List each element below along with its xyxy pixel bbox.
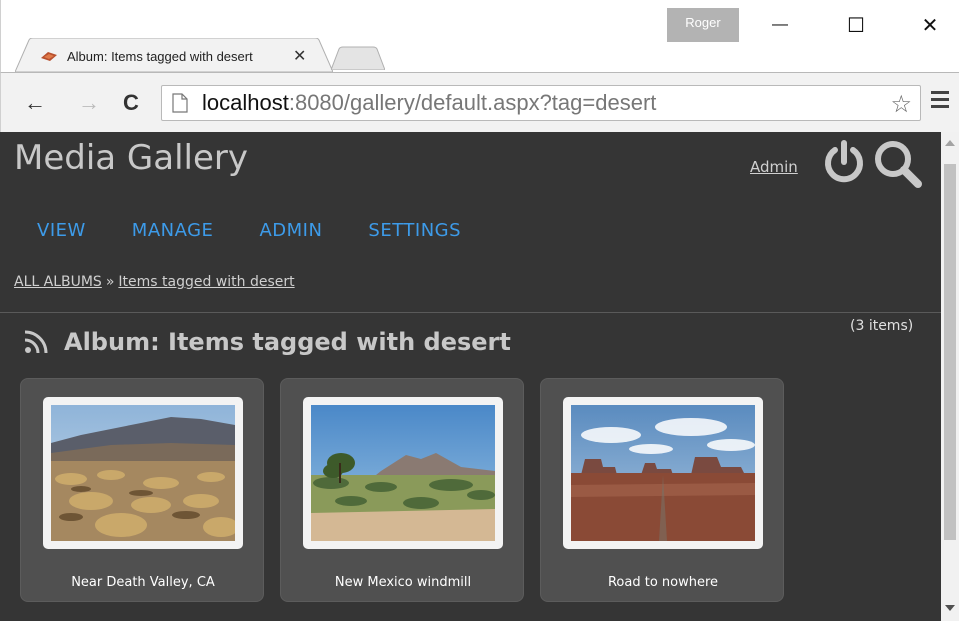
reload-button[interactable]: C bbox=[117, 89, 145, 117]
tab-close-icon[interactable]: ✕ bbox=[293, 46, 306, 66]
thumbnail-caption: Near Death Valley, CA bbox=[71, 575, 215, 590]
scroll-thumb[interactable] bbox=[944, 164, 956, 540]
favicon-icon bbox=[41, 52, 57, 61]
new-tab-button[interactable] bbox=[331, 46, 385, 70]
breadcrumb: ALL ALBUMS» Items tagged with desert bbox=[14, 274, 295, 290]
maximize-icon: ☐ bbox=[847, 14, 865, 37]
back-arrow-icon: ← bbox=[24, 90, 46, 115]
menu-item-settings[interactable]: SETTINGS bbox=[368, 220, 461, 241]
minimize-icon: — bbox=[772, 16, 788, 33]
thumbnail-image[interactable] bbox=[51, 405, 235, 541]
url-host: localhost bbox=[202, 90, 289, 115]
close-window-button[interactable]: ✕ bbox=[907, 10, 953, 40]
menu-icon[interactable] bbox=[931, 91, 949, 111]
address-bar[interactable]: localhost:8080/gallery/default.aspx?tag=… bbox=[161, 85, 921, 121]
back-button[interactable]: ← bbox=[21, 89, 49, 117]
thumbnail-frame bbox=[303, 397, 503, 549]
page-icon bbox=[172, 93, 188, 113]
thumbnail-card[interactable]: Road to nowhere bbox=[540, 378, 784, 602]
thumbnail-caption: New Mexico windmill bbox=[334, 575, 472, 590]
tab-content[interactable]: Album: Items tagged with desert ✕ bbox=[39, 45, 306, 67]
close-icon: ✕ bbox=[921, 14, 939, 37]
reload-icon: C bbox=[123, 90, 139, 115]
breadcrumb-all-albums[interactable]: ALL ALBUMS bbox=[14, 274, 102, 290]
breadcrumb-current[interactable]: Items tagged with desert bbox=[118, 274, 294, 290]
album-header: Album: Items tagged with desert bbox=[24, 328, 511, 356]
forward-button[interactable]: → bbox=[75, 89, 103, 117]
power-icon[interactable] bbox=[820, 138, 868, 186]
item-count: (3 items) bbox=[850, 318, 914, 334]
scroll-up-icon[interactable] bbox=[945, 140, 955, 146]
search-icon[interactable] bbox=[872, 138, 924, 190]
maximize-button[interactable]: ☐ bbox=[833, 10, 879, 40]
url-path: :8080/gallery/default.aspx?tag=desert bbox=[288, 90, 657, 115]
thumbnail-card[interactable]: Near Death Valley, CA bbox=[20, 378, 264, 602]
page-content: Media Gallery Admin VIEW MANAGE ADMIN SE… bbox=[0, 132, 941, 621]
thumbnail-card[interactable]: New Mexico windmill bbox=[280, 378, 524, 602]
main-menu: VIEW MANAGE ADMIN SETTINGS bbox=[0, 220, 461, 241]
admin-link[interactable]: Admin bbox=[750, 158, 798, 176]
thumbnail-frame bbox=[563, 397, 763, 549]
rss-icon[interactable] bbox=[24, 330, 48, 354]
menu-item-view[interactable]: VIEW bbox=[37, 220, 86, 241]
browser-titlebar: Album: Items tagged with desert ✕ Roger … bbox=[0, 0, 959, 82]
profile-badge[interactable]: Roger bbox=[667, 8, 739, 42]
menu-item-admin[interactable]: ADMIN bbox=[259, 220, 322, 241]
browser-toolbar: ← → C localhost:8080/gallery/default.asp… bbox=[0, 72, 959, 132]
scroll-down-icon[interactable] bbox=[945, 605, 955, 611]
header-divider bbox=[0, 312, 941, 313]
vertical-scrollbar[interactable] bbox=[941, 132, 959, 621]
thumbnail-frame bbox=[43, 397, 243, 549]
star-icon[interactable]: ☆ bbox=[890, 90, 912, 119]
url-text[interactable]: localhost:8080/gallery/default.aspx?tag=… bbox=[202, 90, 656, 116]
breadcrumb-separator: » bbox=[105, 274, 115, 290]
tab-title: Album: Items tagged with desert bbox=[67, 48, 281, 64]
thumbnail-caption: Road to nowhere bbox=[607, 575, 719, 590]
site-title: Media Gallery bbox=[14, 138, 249, 178]
thumbnail-image[interactable] bbox=[311, 405, 495, 541]
menu-item-manage[interactable]: MANAGE bbox=[132, 220, 214, 241]
minimize-button[interactable]: — bbox=[757, 10, 803, 40]
thumbnail-image[interactable] bbox=[571, 405, 755, 541]
album-title: Album: Items tagged with desert bbox=[64, 328, 511, 356]
forward-arrow-icon: → bbox=[78, 90, 100, 115]
